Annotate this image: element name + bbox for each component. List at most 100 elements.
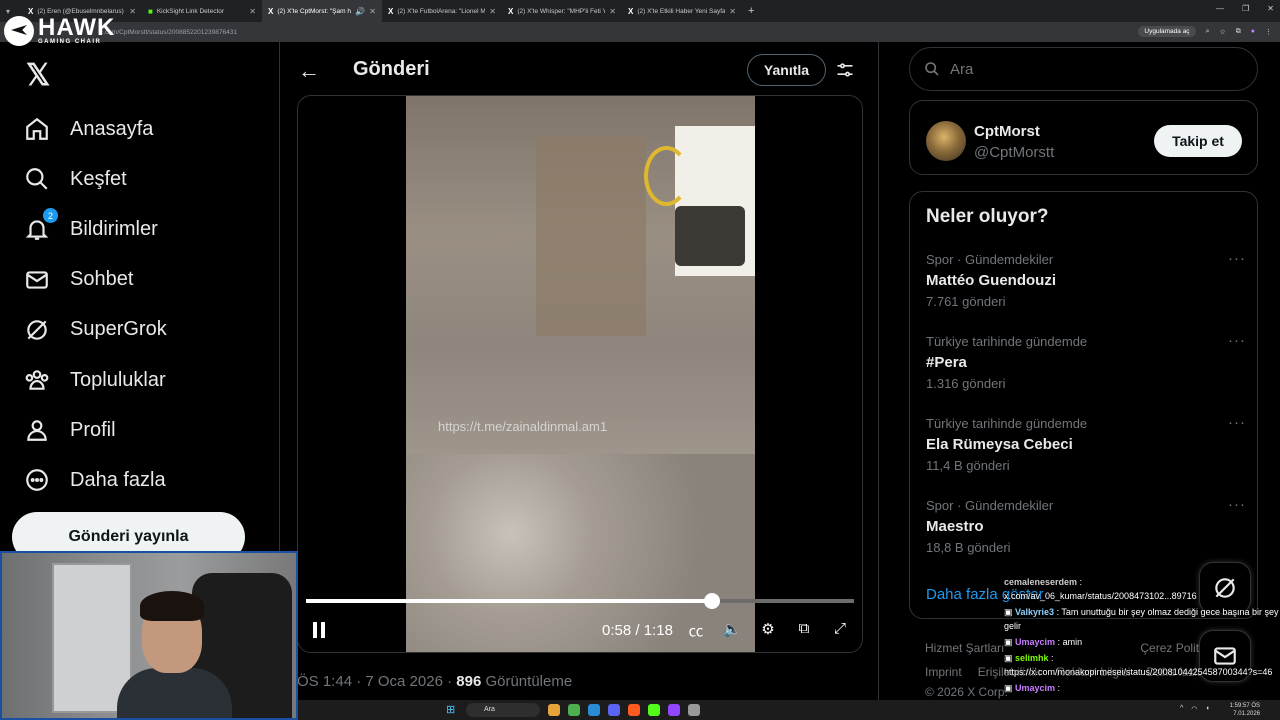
app-icon[interactable] xyxy=(628,704,640,716)
footer-link[interactable]: Hizmet Şartları xyxy=(925,641,1004,655)
browser-tab[interactable]: X (2) X'te Etkili Haber Yeni Sayfa... ✕ xyxy=(622,0,742,22)
back-arrow-icon[interactable]: ← xyxy=(298,58,320,84)
trend-context: Spor · Gündemdekiler xyxy=(926,498,1054,513)
more-options-icon[interactable]: ··· xyxy=(1228,414,1246,431)
trend-count: 18,8 B gönderi xyxy=(926,540,1011,555)
browser-tab-active[interactable]: X(2) X'te CptMorst: "Şam hük..." 🔊 ✕ xyxy=(262,0,382,22)
wifi-icon[interactable]: ◠ xyxy=(1191,705,1197,713)
url-field[interactable]: x.com/CptMorstt/status/20088522012398764… xyxy=(100,29,237,36)
zoom-icon[interactable]: ⌕ xyxy=(1206,28,1210,36)
close-icon[interactable]: ✕ xyxy=(609,7,616,16)
windows-start-icon[interactable]: ⊞ xyxy=(446,703,455,716)
post-timestamp[interactable]: ÖS 1:44 · 7 Oca 2026 · xyxy=(297,673,456,690)
sidebar-item-supergrok[interactable]: SuperGrok xyxy=(20,305,167,355)
trend-item[interactable]: Türkiye tarihinde gündemde Ela Rümeysa C… xyxy=(926,414,1246,498)
video-current-time: 0:58 xyxy=(602,622,632,639)
profile-icon[interactable]: ● xyxy=(1251,28,1255,35)
chat-message: ▣ Valkyrie3 : Tam unuttuğu bir şey olmaz… xyxy=(1004,607,1279,631)
video-time: 0:58 / 1:18 xyxy=(602,622,673,639)
hawk-overlay-logo: HAWK GAMING CHAIR xyxy=(4,16,115,46)
speaker-icon[interactable]: ◖ xyxy=(1205,705,1209,713)
trend-item[interactable]: Spor · Gündemdekiler Maestro 18,8 B gönd… xyxy=(926,496,1246,580)
more-options-icon[interactable]: ··· xyxy=(1228,332,1246,349)
search-icon xyxy=(26,168,48,190)
menu-icon[interactable]: ⋮ xyxy=(1265,28,1272,36)
sidebar-item-explore[interactable]: Keşfet xyxy=(20,154,167,204)
webcam-person-hair xyxy=(140,591,204,621)
chevron-up-icon[interactable]: ^ xyxy=(1180,705,1183,713)
app-icon[interactable] xyxy=(648,704,660,716)
star-icon[interactable]: ☆ xyxy=(1219,28,1225,36)
app-icon[interactable] xyxy=(668,704,680,716)
pip-icon[interactable]: ⧉ xyxy=(794,620,814,640)
discord-icon[interactable] xyxy=(608,704,620,716)
address-bar-actions: Uygulamada aç ⌕ ☆ ⧉ ● ⋮ xyxy=(1138,26,1272,37)
x-favicon-icon: X xyxy=(28,6,34,16)
open-in-app-label: Uygulamada aç xyxy=(1144,28,1190,35)
close-icon[interactable]: ✕ xyxy=(489,7,496,16)
chat-badge-icon: ▣ xyxy=(1004,637,1016,647)
chrome-icon[interactable] xyxy=(568,704,580,716)
pause-icon[interactable] xyxy=(312,622,326,638)
settings-gear-icon[interactable]: ⚙ xyxy=(758,620,778,640)
avatar[interactable] xyxy=(926,121,966,161)
browser-tab[interactable]: ■ KickSight Link Detector ✕ xyxy=(142,0,262,22)
sidebar-item-more[interactable]: Daha fazla xyxy=(20,455,167,505)
who-to-follow-card: CptMorst @CptMorstt Takip et xyxy=(909,100,1258,175)
close-icon[interactable]: ✕ xyxy=(729,7,736,16)
volume-icon[interactable]: 🔈 xyxy=(722,620,742,640)
taskbar-search[interactable]: Ara xyxy=(466,703,540,717)
close-window-icon[interactable]: ✕ xyxy=(1267,4,1274,13)
sidebar-item-communities[interactable]: Topluluklar xyxy=(20,355,167,405)
sidebar-item-profile[interactable]: Profil xyxy=(20,405,167,455)
open-in-app-button[interactable]: Uygulamada aç xyxy=(1138,26,1196,37)
fullscreen-icon[interactable]: ⤢ xyxy=(830,620,850,640)
tune-icon[interactable] xyxy=(835,60,855,80)
user-name[interactable]: CptMorst xyxy=(974,123,1040,140)
obs-icon[interactable] xyxy=(688,704,700,716)
video-progress-bar[interactable] xyxy=(306,593,854,609)
sidebar-item-notifications[interactable]: 2 Bildirimler xyxy=(20,204,167,254)
video-scrubber-handle[interactable] xyxy=(703,593,720,609)
video-frame[interactable] xyxy=(406,96,755,652)
user-handle[interactable]: @CptMorstt xyxy=(974,144,1054,161)
minimize-icon[interactable]: — xyxy=(1216,4,1224,13)
trend-item[interactable]: Spor · Gündemdekiler Mattéo Guendouzi 7.… xyxy=(926,250,1246,334)
x-favicon-icon: X xyxy=(388,6,394,16)
trend-item[interactable]: Türkiye tarihinde gündemde #Pera 1.316 g… xyxy=(926,332,1246,416)
video-watermark-logo xyxy=(644,146,689,206)
trend-context: Türkiye tarihinde gündemde xyxy=(926,334,1088,349)
file-explorer-icon[interactable] xyxy=(548,704,560,716)
taskbar-clock[interactable]: 1:59:57 ÖS 7.01.2026 xyxy=(1230,702,1260,718)
more-options-icon[interactable]: ··· xyxy=(1228,250,1246,267)
close-icon[interactable]: ✕ xyxy=(249,7,256,16)
sidebar-item-label: Daha fazla xyxy=(70,468,166,491)
extensions-icon[interactable]: ⧉ xyxy=(1236,28,1241,36)
close-icon[interactable]: ✕ xyxy=(369,7,376,16)
captions-icon[interactable]: ㏄ xyxy=(686,620,706,640)
browser-tab[interactable]: X (2) X'te Whisper: "MHP'li Feti Y..." ✕ xyxy=(502,0,622,22)
close-icon[interactable]: ✕ xyxy=(129,7,136,16)
reply-button[interactable]: Yanıtla xyxy=(747,54,826,86)
edge-icon[interactable] xyxy=(588,704,600,716)
video-player[interactable]: https://t.me/zainaldinmal.am1 0:58 / 1:1… xyxy=(297,95,863,653)
sidebar-item-messages[interactable]: Sohbet xyxy=(20,255,167,305)
sidebar-item-label: Keşfet xyxy=(70,167,127,190)
browser-tab[interactable]: X (2) X'te FutbolArena: "Lionel M..." ✕ xyxy=(382,0,502,22)
browser-tab-bar: ▾ X (2) Eren (@Ebuselmnbelarus) / X ✕ ■ Kic… xyxy=(0,0,1280,22)
home-icon xyxy=(26,117,48,140)
sidebar-item-home[interactable]: Anasayfa xyxy=(20,104,167,154)
follow-button[interactable]: Takip et xyxy=(1154,125,1242,157)
maximize-icon[interactable]: ❐ xyxy=(1242,4,1249,13)
speaker-icon[interactable]: 🔊 xyxy=(355,7,365,16)
search-input[interactable]: Ara xyxy=(909,47,1258,91)
chat-user: Umaycim xyxy=(1015,683,1056,693)
more-options-icon[interactable]: ··· xyxy=(1228,496,1246,513)
video-duration: 1:18 xyxy=(643,622,673,639)
page-title: Gönderi xyxy=(353,58,430,80)
x-logo-icon[interactable]: 𝕏 xyxy=(26,58,50,93)
footer-link[interactable]: Imprint xyxy=(925,665,962,679)
trend-title: Mattéo Guendouzi xyxy=(926,272,1056,289)
x-favicon-icon: X xyxy=(508,6,514,16)
new-tab-button[interactable]: + xyxy=(742,5,760,17)
